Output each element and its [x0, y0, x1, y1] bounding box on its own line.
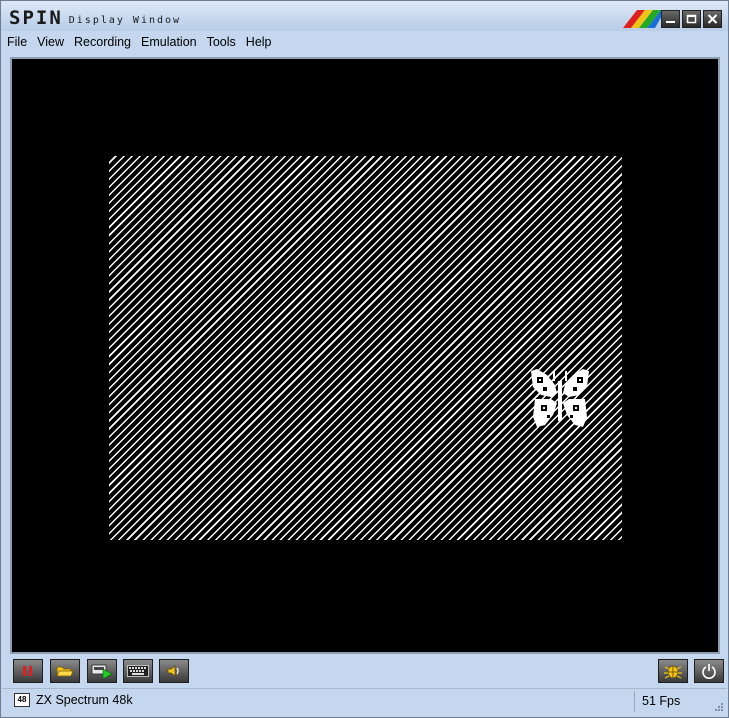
model-label: ZX Spectrum 48k [36, 693, 133, 707]
menu-recording[interactable]: Recording [69, 31, 136, 53]
menu-view[interactable]: View [32, 31, 69, 53]
menu-help[interactable]: Help [241, 31, 277, 53]
sound-button[interactable] [159, 659, 189, 683]
title-bar[interactable]: SPIN Display Window [1, 1, 728, 31]
maximize-button[interactable] [682, 10, 701, 28]
minimize-button[interactable] [661, 10, 680, 28]
emulator-display[interactable] [10, 57, 720, 654]
app-logo: SPIN Display Window [9, 7, 182, 29]
minimize-icon [666, 21, 675, 23]
model-badge: 48 [14, 693, 30, 707]
status-bar: 48 ZX Spectrum 48k 51 Fps [2, 688, 727, 715]
bug-icon [664, 665, 682, 679]
power-icon [702, 664, 716, 679]
speaker-icon [167, 665, 179, 677]
keyboard-button[interactable] [123, 659, 153, 683]
close-icon [707, 14, 718, 24]
window-subtitle: Display Window [68, 15, 182, 26]
resize-grip-icon[interactable] [714, 702, 724, 712]
menu-emulation[interactable]: Emulation [136, 31, 202, 53]
fps-readout: 51 Fps [642, 694, 681, 708]
run-tape-button[interactable] [87, 659, 117, 683]
machine-model-status: 48 ZX Spectrum 48k [14, 693, 133, 707]
pause-button[interactable] [13, 659, 43, 683]
power-button[interactable] [694, 659, 724, 683]
folder-open-icon [56, 666, 74, 677]
butterfly-sprite [531, 369, 589, 427]
maximize-icon [686, 14, 697, 24]
logo-text: SPIN [9, 7, 63, 29]
keyboard-icon [127, 665, 149, 677]
menu-file[interactable]: File [2, 31, 32, 53]
status-divider [634, 691, 635, 712]
spin-display-window: SPIN Display Window File View Recording … [0, 0, 729, 718]
spectrum-screen [109, 156, 622, 540]
pause-icon [23, 666, 32, 676]
open-file-button[interactable] [50, 659, 80, 683]
toolbar [2, 657, 727, 686]
menu-tools[interactable]: Tools [202, 31, 241, 53]
spectrum-stripes-icon [623, 10, 663, 28]
debugger-button[interactable] [658, 659, 688, 683]
tape-play-icon [91, 664, 113, 679]
close-button[interactable] [703, 10, 722, 28]
menu-bar: File View Recording Emulation Tools Help [2, 31, 727, 53]
